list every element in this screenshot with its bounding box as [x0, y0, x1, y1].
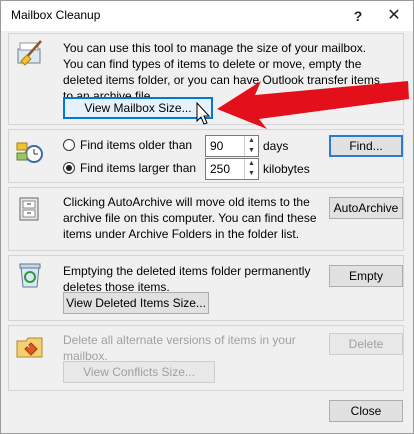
older-days-value: 90 — [210, 139, 224, 153]
spin-arrows-icon[interactable]: ▲ ▼ — [244, 159, 258, 179]
larger-kb-spinbox[interactable]: 250 ▲ ▼ — [205, 158, 259, 180]
mailbox-size-intro: You can use this tool to manage the size… — [63, 41, 367, 55]
find-clock-icon — [16, 142, 43, 163]
cleanup-broom-icon — [17, 40, 42, 66]
radio-selected-dot — [66, 165, 72, 171]
close-button[interactable]: Close — [329, 400, 403, 422]
archive-cabinet-icon — [19, 197, 39, 221]
delete-button[interactable]: Delete — [329, 333, 403, 355]
find-older-label: Find items older than — [80, 138, 193, 152]
larger-kb-value: 250 — [210, 162, 231, 176]
conflicts-folder-icon — [16, 337, 43, 358]
conflicts-description: Delete all alternate versions of items i… — [63, 333, 296, 363]
autoarchive-description: Clicking AutoArchive will move old items… — [63, 195, 317, 241]
window-title: Mailbox Cleanup — [11, 8, 101, 22]
find-larger-radio[interactable] — [63, 162, 75, 174]
help-button[interactable]: ? — [341, 1, 375, 31]
empty-button[interactable]: Empty — [329, 265, 403, 287]
older-unit-label: days — [263, 139, 289, 153]
find-larger-label: Find items larger than — [80, 161, 197, 175]
view-mailbox-size-button[interactable]: View Mailbox Size... — [63, 97, 213, 119]
red-arrow-annotation — [217, 81, 409, 129]
find-button[interactable]: Find... — [329, 135, 403, 157]
mailbox-cleanup-dialog: Mailbox Cleanup ? ✕ You can use this too… — [0, 0, 414, 434]
mouse-cursor-icon — [196, 102, 211, 125]
autoarchive-button[interactable]: AutoArchive — [329, 197, 403, 219]
view-conflicts-size-button[interactable]: View Conflicts Size... — [63, 361, 215, 383]
deleted-items-description: Emptying the deleted items folder perman… — [63, 264, 311, 294]
larger-unit-label: kilobytes — [263, 162, 310, 176]
close-window-button[interactable]: ✕ — [377, 1, 411, 31]
view-deleted-items-size-button[interactable]: View Deleted Items Size... — [63, 292, 209, 314]
spin-arrows-icon[interactable]: ▲ ▼ — [244, 136, 258, 156]
title-bar: Mailbox Cleanup ? ✕ — [1, 1, 413, 31]
find-older-radio[interactable] — [63, 139, 75, 151]
older-days-spinbox[interactable]: 90 ▲ ▼ — [205, 135, 259, 157]
recycle-bin-icon — [19, 263, 41, 288]
